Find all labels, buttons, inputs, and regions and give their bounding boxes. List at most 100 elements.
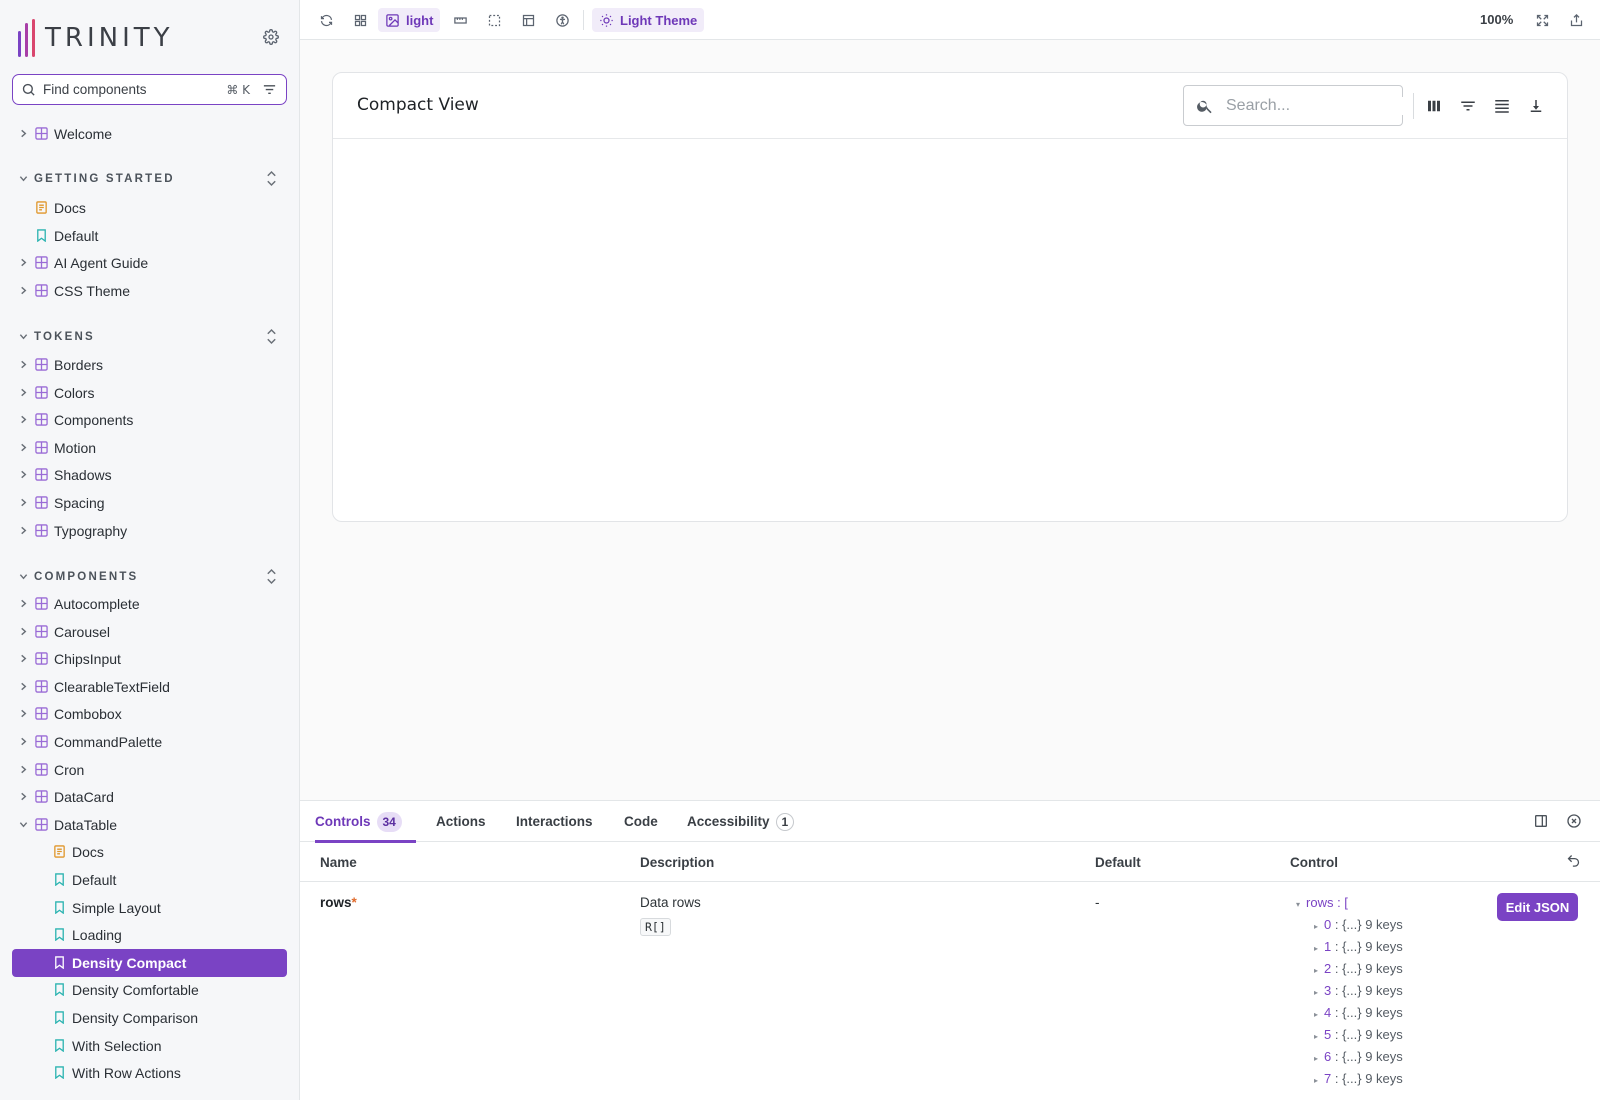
tab-controls[interactable]: Controls 34 <box>315 801 416 843</box>
component-icon <box>35 358 49 372</box>
sidebar-item-default-gs[interactable]: Default <box>0 222 299 250</box>
json-entry[interactable]: ▸ 1 : {...} 9 keys <box>1314 939 1403 954</box>
chevron-right-icon[interactable] <box>19 654 29 664</box>
density-icon[interactable] <box>1489 93 1515 119</box>
sidebar-item-cron[interactable]: Cron <box>0 756 299 784</box>
chevron-right-icon[interactable] <box>19 360 29 370</box>
tab-code[interactable]: Code <box>624 801 658 842</box>
json-entry[interactable]: ▸ 2 : {...} 9 keys <box>1314 961 1403 976</box>
sidebar-item-density-comparison-datatable[interactable]: Density Comparison <box>0 1004 299 1032</box>
sidebar-item-density-comfortable-datatable[interactable]: Density Comfortable <box>0 976 299 1004</box>
chevron-right-icon[interactable] <box>19 498 29 508</box>
chevron-right-icon[interactable] <box>19 599 29 609</box>
chevron-right-icon[interactable] <box>19 129 29 139</box>
chevron-right-icon[interactable] <box>19 682 29 692</box>
sidebar-item-motion[interactable]: Motion <box>0 434 299 462</box>
tab-actions[interactable]: Actions <box>436 801 486 842</box>
share-icon[interactable] <box>1564 8 1588 32</box>
section-tokens[interactable]: TOKENS <box>0 325 299 349</box>
fullscreen-icon[interactable] <box>1530 8 1554 32</box>
chevron-right-icon[interactable] <box>19 286 29 296</box>
sidebar-item-ai-agent-guide-gs[interactable]: AI Agent Guide <box>0 249 299 277</box>
section-getting-started[interactable]: GETTING STARTED <box>0 167 299 191</box>
sidebar-item-borders[interactable]: Borders <box>0 351 299 379</box>
theme-selector[interactable]: Light Theme <box>592 8 705 32</box>
chevron-right-icon[interactable] <box>19 792 29 802</box>
viewport-icon[interactable] <box>516 8 540 32</box>
chevron-right-icon[interactable] <box>19 415 29 425</box>
sidebar-item-typography[interactable]: Typography <box>0 517 299 545</box>
chevron-right-icon[interactable] <box>19 526 29 536</box>
chevron-right-icon[interactable] <box>19 737 29 747</box>
chevron-right-icon[interactable] <box>19 388 29 398</box>
outline-icon[interactable] <box>482 8 506 32</box>
edit-json-button[interactable]: Edit JSON <box>1497 893 1578 921</box>
sidebar-item-welcome[interactable]: Welcome <box>0 120 299 148</box>
close-panel-icon[interactable] <box>1566 813 1584 831</box>
settings-gear-icon[interactable] <box>260 26 282 48</box>
datatable-search[interactable] <box>1183 85 1433 126</box>
sidebar-item-spacing[interactable]: Spacing <box>0 489 299 517</box>
component-search-input[interactable] <box>43 82 227 97</box>
sidebar-item-css-theme-gs[interactable]: CSS Theme <box>0 277 299 305</box>
chevron-right-icon[interactable] <box>19 258 29 268</box>
json-entry[interactable]: ▸ 7 : {...} 9 keys <box>1314 1071 1403 1086</box>
section-components[interactable]: COMPONENTS <box>0 565 299 589</box>
chevron-down-icon[interactable] <box>19 174 29 184</box>
sidebar-item-docs-gs[interactable]: Docs <box>0 194 299 222</box>
sidebar-item-colors[interactable]: Colors <box>0 379 299 407</box>
brand-logo[interactable]: TRINITY <box>18 18 174 58</box>
tab-accessibility[interactable]: Accessibility 1 <box>687 801 795 842</box>
sidebar-item-combobox[interactable]: Combobox <box>0 700 299 728</box>
sidebar-item-with-selection-datatable[interactable]: With Selection <box>0 1032 299 1060</box>
chevron-down-icon[interactable] <box>19 820 29 830</box>
datatable-search-input[interactable] <box>1226 96 1433 115</box>
sidebar-item-loading-datatable[interactable]: Loading <box>0 921 299 949</box>
reset-controls-icon[interactable] <box>1566 853 1582 869</box>
sidebar-item-with-row-actions-datatable[interactable]: With Row Actions <box>0 1059 299 1087</box>
chevron-down-icon[interactable] <box>19 332 29 342</box>
sidebar-item-commandpalette[interactable]: CommandPalette <box>0 728 299 756</box>
sidebar-item-density-compact-datatable[interactable]: Density Compact <box>12 948 287 977</box>
chevron-right-icon[interactable] <box>19 470 29 480</box>
component-search[interactable]: ⌘ K <box>12 74 287 105</box>
sidebar-item-docs-datatable[interactable]: Docs <box>0 838 299 866</box>
accessibility-icon[interactable] <box>550 8 574 32</box>
sidebar-item-default-datatable[interactable]: Default <box>0 866 299 894</box>
columns-icon[interactable] <box>1421 93 1447 119</box>
sidebar-item-shadows[interactable]: Shadows <box>0 461 299 489</box>
sidebar-item-datatable[interactable]: DataTable <box>0 811 299 839</box>
expand-collapse-icon[interactable] <box>265 328 279 346</box>
chevron-right-icon[interactable] <box>19 627 29 637</box>
json-root[interactable]: ▾ rows : [ <box>1296 895 1348 910</box>
sidebar-item-datacard[interactable]: DataCard <box>0 783 299 811</box>
chevron-right-icon[interactable] <box>19 443 29 453</box>
expand-collapse-icon[interactable] <box>265 568 279 586</box>
json-entry[interactable]: ▸ 4 : {...} 9 keys <box>1314 1005 1403 1020</box>
download-icon[interactable] <box>1523 93 1549 119</box>
chevron-right-icon[interactable] <box>19 765 29 775</box>
sidebar-item-chipsinput[interactable]: ChipsInput <box>0 645 299 673</box>
chevron-down-icon[interactable] <box>19 572 29 582</box>
sidebar-item-components[interactable]: Components <box>0 406 299 434</box>
json-entry[interactable]: ▸ 0 : {...} 9 keys <box>1314 917 1403 932</box>
expand-collapse-icon[interactable] <box>265 170 279 188</box>
background-selector[interactable]: light <box>378 8 441 32</box>
tab-interactions[interactable]: Interactions <box>516 801 593 842</box>
chevron-right-icon[interactable] <box>19 709 29 719</box>
grid-icon[interactable] <box>348 8 372 32</box>
filter-list-icon[interactable] <box>1455 93 1481 119</box>
json-entry[interactable]: ▸ 6 : {...} 9 keys <box>1314 1049 1403 1064</box>
ruler-icon[interactable] <box>448 8 472 32</box>
json-entry[interactable]: ▸ 5 : {...} 9 keys <box>1314 1027 1403 1042</box>
component-icon <box>35 496 49 510</box>
sidebar-item-carousel[interactable]: Carousel <box>0 618 299 646</box>
json-entry[interactable]: ▸ 3 : {...} 9 keys <box>1314 983 1403 998</box>
zoom-level[interactable]: 100% <box>1480 12 1513 27</box>
sidebar-item-clearabletextfield[interactable]: ClearableTextField <box>0 673 299 701</box>
panel-orientation-icon[interactable] <box>1533 813 1551 831</box>
sidebar-item-autocomplete[interactable]: Autocomplete <box>0 590 299 618</box>
filter-icon[interactable] <box>262 82 278 98</box>
sidebar-item-simple-layout-datatable[interactable]: Simple Layout <box>0 894 299 922</box>
remount-icon[interactable] <box>314 8 338 32</box>
